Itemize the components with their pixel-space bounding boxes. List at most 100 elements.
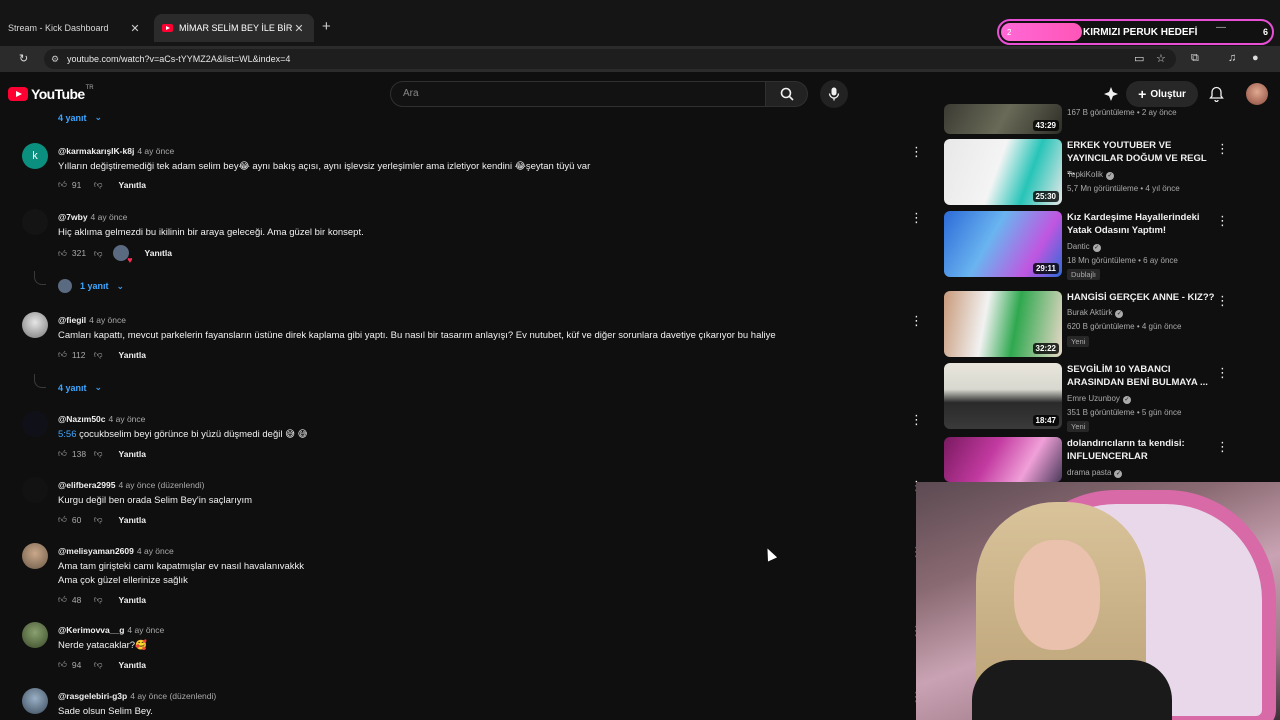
more-options-icon[interactable]: ⋮ [1216, 365, 1229, 381]
dislike-icon[interactable]: 👎︎ [94, 179, 103, 190]
video-thumbnail[interactable]: 29:11 [944, 211, 1062, 277]
more-options-icon[interactable]: ⋮ [910, 413, 923, 426]
comment-author[interactable]: @fiegil [58, 315, 86, 325]
reply-button[interactable]: Yanıtla [119, 180, 146, 190]
video-card[interactable]: dolandırıcıların ta kendisi: INFLUENCERL… [944, 437, 1280, 482]
url-field[interactable]: ⚙ youtube.com/watch?v=aCs-tYYMZ2A&list=W… [44, 49, 1176, 69]
more-options-icon[interactable]: ⋮ [910, 145, 923, 158]
avatar[interactable]: k [22, 143, 48, 169]
comment-author[interactable]: @7wby [58, 212, 88, 222]
more-options-icon[interactable]: ⋮ [1216, 213, 1229, 229]
video-title[interactable]: Kız Kardeşime Hayallerindeki Yatak Odası… [1067, 211, 1217, 237]
tab-youtube-video[interactable]: MİMAR SELİM BEY İLE BİR TAKI ✕ [154, 14, 314, 42]
comment-time[interactable]: 4 ay önce [137, 146, 174, 156]
dislike-icon[interactable]: 👎︎ [94, 659, 103, 670]
video-channel[interactable]: drama pasta ✓ [1067, 468, 1123, 478]
like-icon[interactable]: 👍︎ [58, 179, 67, 190]
video-thumbnail[interactable]: 43:29 [944, 104, 1062, 134]
dislike-icon[interactable]: 👎︎ [94, 248, 103, 259]
timestamp-link[interactable]: 5:56 [58, 429, 77, 440]
search-input[interactable]: Ara [390, 81, 766, 107]
replies-toggle[interactable]: 4 yanıt ⌄ [58, 382, 102, 393]
avatar[interactable] [22, 312, 48, 338]
reply-button[interactable]: Yanıtla [119, 595, 146, 605]
more-options-icon[interactable]: ⋮ [910, 314, 923, 327]
comment-author[interactable]: @rasgelebiri-g3p [58, 691, 127, 701]
account-avatar[interactable] [1246, 83, 1268, 105]
video-channel[interactable]: Dantic ✓ [1067, 242, 1101, 252]
comment-author[interactable]: @melisyaman2609 [58, 546, 134, 556]
dislike-icon[interactable]: 👎︎ [94, 594, 103, 605]
video-thumbnail[interactable] [944, 437, 1062, 482]
dislike-icon[interactable]: 👎︎ [94, 514, 103, 525]
comment-author[interactable]: @karmakarışIK-k8j [58, 146, 134, 156]
like-icon[interactable]: 👍︎ [58, 448, 67, 459]
video-card[interactable]: 29:11 Kız Kardeşime Hayallerindeki Yatak… [944, 211, 1280, 287]
comment-line: Ama çok güzel ellerinize sağlık [58, 575, 188, 586]
video-thumbnail[interactable]: 32:22 [944, 291, 1062, 357]
comment-time[interactable]: 4 ay önce [109, 414, 146, 424]
avatar[interactable] [22, 477, 48, 503]
comment-author[interactable]: @elifbera2995 [58, 480, 115, 490]
comment-time[interactable]: 4 ay önce [89, 315, 126, 325]
replies-toggle[interactable]: 1 yanıt ⌄ [58, 279, 124, 293]
video-channel[interactable]: Burak Aktürk ✓ [1067, 308, 1124, 318]
dislike-icon[interactable]: 👎︎ [94, 448, 103, 459]
like-icon[interactable]: 👍︎ [58, 248, 67, 259]
avatar[interactable] [22, 688, 48, 714]
comment-author[interactable]: @Kerimovva__g [58, 625, 124, 635]
comment-time[interactable]: 4 ay önce (düzenlendi) [118, 480, 204, 490]
avatar[interactable] [22, 209, 48, 235]
profile-icon[interactable]: ● [1252, 52, 1259, 64]
minimize-icon[interactable]: — [1216, 22, 1226, 33]
reply-button[interactable]: Yanıtla [119, 515, 146, 525]
video-card[interactable]: 25:30 ERKEK YOUTUBER VE YAYINCILAR DOĞUM… [944, 139, 1280, 207]
voice-search-button[interactable] [820, 80, 848, 108]
video-card[interactable]: 43:29 167 B görüntüleme • 2 ay önce [944, 104, 1280, 134]
search-button[interactable] [766, 81, 808, 107]
reply-button[interactable]: Yanıtla [119, 350, 146, 360]
like-icon[interactable]: 👍︎ [58, 659, 67, 670]
like-icon[interactable]: 👍︎ [58, 514, 67, 525]
video-channel[interactable]: Emre Uzunboy ✓ [1067, 394, 1131, 404]
reply-button[interactable]: Yanıtla [119, 660, 146, 670]
youtube-logo[interactable]: YouTube TR [8, 85, 94, 102]
cast-icon[interactable]: ▭ [1134, 52, 1144, 65]
video-card[interactable]: 18:47 SEVGİLİM 10 YABANCI ARASINDAN BENİ… [944, 363, 1280, 435]
avatar[interactable] [22, 622, 48, 648]
video-thumbnail[interactable]: 25:30 [944, 139, 1062, 205]
video-channel[interactable]: TepkiKolik ✓ [1067, 170, 1115, 180]
replies-toggle[interactable]: 4 yanıt ⌄ [58, 112, 102, 123]
extensions-icon[interactable]: ⧉ [1191, 52, 1199, 65]
video-thumbnail[interactable]: 18:47 [944, 363, 1062, 429]
bookmark-star-icon[interactable]: ☆ [1156, 52, 1166, 65]
dislike-icon[interactable]: 👎︎ [94, 349, 103, 360]
media-controls-icon[interactable]: ♫ [1228, 52, 1236, 64]
more-options-icon[interactable]: ⋮ [1216, 439, 1229, 455]
comment-header: @7wby 4 ay önce [58, 212, 127, 222]
tab-kick-dashboard[interactable]: Stream - Kick Dashboard ✕ [0, 14, 150, 42]
comment-author[interactable]: @Nazım50c [58, 414, 106, 424]
video-title[interactable]: HANGİSİ GERÇEK ANNE - KIZ?? [1067, 291, 1217, 304]
reply-button[interactable]: Yanıtla [145, 248, 172, 258]
video-card[interactable]: 32:22 HANGİSİ GERÇEK ANNE - KIZ?? Burak … [944, 291, 1280, 363]
more-options-icon[interactable]: ⋮ [1216, 141, 1229, 157]
more-options-icon[interactable]: ⋮ [910, 211, 923, 224]
avatar[interactable] [22, 543, 48, 569]
comment-time[interactable]: 4 ay önce [91, 212, 128, 222]
site-settings-icon[interactable]: ⚙ [51, 49, 59, 69]
like-icon[interactable]: 👍︎ [58, 349, 67, 360]
close-icon[interactable]: ✕ [292, 22, 306, 35]
comment-time[interactable]: 4 ay önce (düzenlendi) [130, 691, 216, 701]
reload-icon[interactable]: ↻ [19, 52, 28, 65]
reply-button[interactable]: Yanıtla [119, 449, 146, 459]
comment-time[interactable]: 4 ay önce [137, 546, 174, 556]
comment-time[interactable]: 4 ay önce [127, 625, 164, 635]
more-options-icon[interactable]: ⋮ [1216, 293, 1229, 309]
like-icon[interactable]: 👍︎ [58, 594, 67, 605]
avatar[interactable] [22, 411, 48, 437]
close-icon[interactable]: ✕ [128, 22, 142, 35]
video-title[interactable]: SEVGİLİM 10 YABANCI ARASINDAN BENİ BULMA… [1067, 363, 1217, 389]
new-tab-plus-icon[interactable]: + [322, 18, 331, 35]
video-title[interactable]: dolandırıcıların ta kendisi: INFLUENCERL… [1067, 437, 1217, 463]
